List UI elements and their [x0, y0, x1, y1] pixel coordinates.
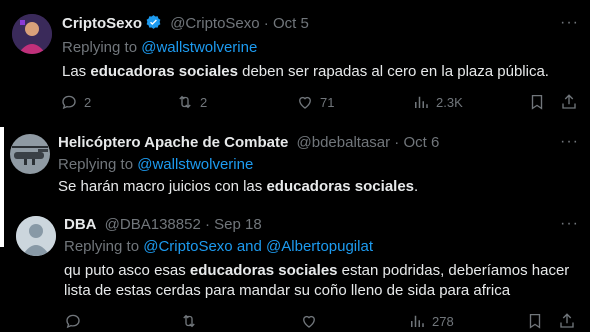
- avatar[interactable]: [10, 134, 50, 174]
- tweet-3[interactable]: DBA @DBA138852 · Sep 18 ··· Replying to …: [0, 208, 590, 329]
- bookmark-icon: [531, 94, 543, 110]
- avatar[interactable]: [16, 216, 56, 256]
- tweet-actions: 278: [64, 312, 584, 332]
- share-icon: [560, 313, 574, 328]
- default-avatar-icon: [16, 216, 56, 256]
- retweet-icon: [183, 314, 195, 328]
- heart-icon: [299, 96, 311, 109]
- tweet-actions: 2 2 71 2.3K: [60, 93, 580, 113]
- timestamp[interactable]: Oct 5: [273, 15, 309, 32]
- timestamp[interactable]: Oct 6: [403, 134, 439, 151]
- avatar-image: [12, 14, 52, 54]
- reply-button[interactable]: 2: [60, 93, 91, 111]
- more-options-icon[interactable]: ···: [560, 215, 579, 233]
- replying-to-link-2[interactable]: @Albertopugilat: [266, 238, 373, 255]
- views-count: 2.3K: [436, 94, 463, 110]
- replying-and: and: [232, 238, 267, 255]
- retweet-button[interactable]: [180, 312, 204, 330]
- heart-icon: [303, 315, 315, 328]
- replying-label: Replying to: [62, 39, 142, 56]
- tweet-1[interactable]: CriptoSexo @CriptoSexo · Oct 5 ··· Reply…: [0, 0, 590, 120]
- share-button[interactable]: [560, 93, 584, 111]
- retweet-icon: [179, 95, 191, 109]
- reply-button[interactable]: [64, 312, 88, 330]
- display-name[interactable]: CriptoSexo: [62, 15, 142, 32]
- separator-dot: ·: [263, 15, 273, 32]
- views-icon: [415, 96, 428, 108]
- bookmark-icon: [529, 313, 541, 329]
- like-button[interactable]: 71: [296, 93, 334, 111]
- tweet-text: Las educadoras sociales deben ser rapada…: [62, 63, 549, 80]
- reply-count: 2: [84, 94, 92, 110]
- display-name[interactable]: Helicóptero Apache de Combate: [58, 134, 288, 151]
- reply-icon: [62, 95, 76, 110]
- tweet-2[interactable]: Helicóptero Apache de Combate @bdebaltas…: [0, 126, 590, 206]
- bookmark-button[interactable]: [528, 93, 552, 111]
- replying-label: Replying to: [64, 238, 144, 255]
- handle[interactable]: @DBA138852: [105, 216, 201, 233]
- display-name[interactable]: DBA: [64, 216, 97, 233]
- views-button[interactable]: 2.3K: [412, 93, 463, 111]
- like-button[interactable]: [300, 312, 324, 330]
- replying-to-link-1[interactable]: @CriptoSexo: [143, 238, 232, 255]
- tweet-text: Se harán macro juicios con las educadora…: [58, 178, 419, 195]
- share-icon: [562, 94, 576, 109]
- more-options-icon[interactable]: ···: [560, 133, 579, 151]
- avatar[interactable]: [12, 14, 52, 54]
- reply-icon: [66, 314, 80, 329]
- avatar-image: [10, 134, 50, 174]
- timestamp[interactable]: Sep 18: [214, 216, 262, 233]
- share-button[interactable]: [558, 312, 582, 330]
- like-count: 71: [320, 94, 335, 110]
- retweet-button[interactable]: 2: [176, 93, 207, 111]
- bookmark-button[interactable]: [526, 312, 550, 330]
- views-button[interactable]: 278: [408, 312, 454, 330]
- retweet-count: 2: [200, 94, 208, 110]
- views-icon: [411, 315, 424, 327]
- tweet-text-line-2: lista de estas cerdas para mandar su coñ…: [64, 282, 511, 299]
- handle[interactable]: @bdebaltasar: [297, 134, 391, 151]
- verified-badge-icon: [146, 15, 161, 29]
- replying-to-link[interactable]: @wallstwolverine: [137, 156, 253, 173]
- views-count: 278: [432, 313, 454, 329]
- tweet-text-line-1: qu puto asco esas educadoras sociales es…: [64, 262, 570, 279]
- replying-to-link[interactable]: @wallstwolverine: [141, 39, 257, 56]
- replying-label: Replying to: [58, 156, 138, 173]
- separator-dot: ·: [204, 216, 215, 233]
- more-options-icon[interactable]: ···: [560, 14, 579, 32]
- handle[interactable]: @CriptoSexo: [170, 15, 259, 32]
